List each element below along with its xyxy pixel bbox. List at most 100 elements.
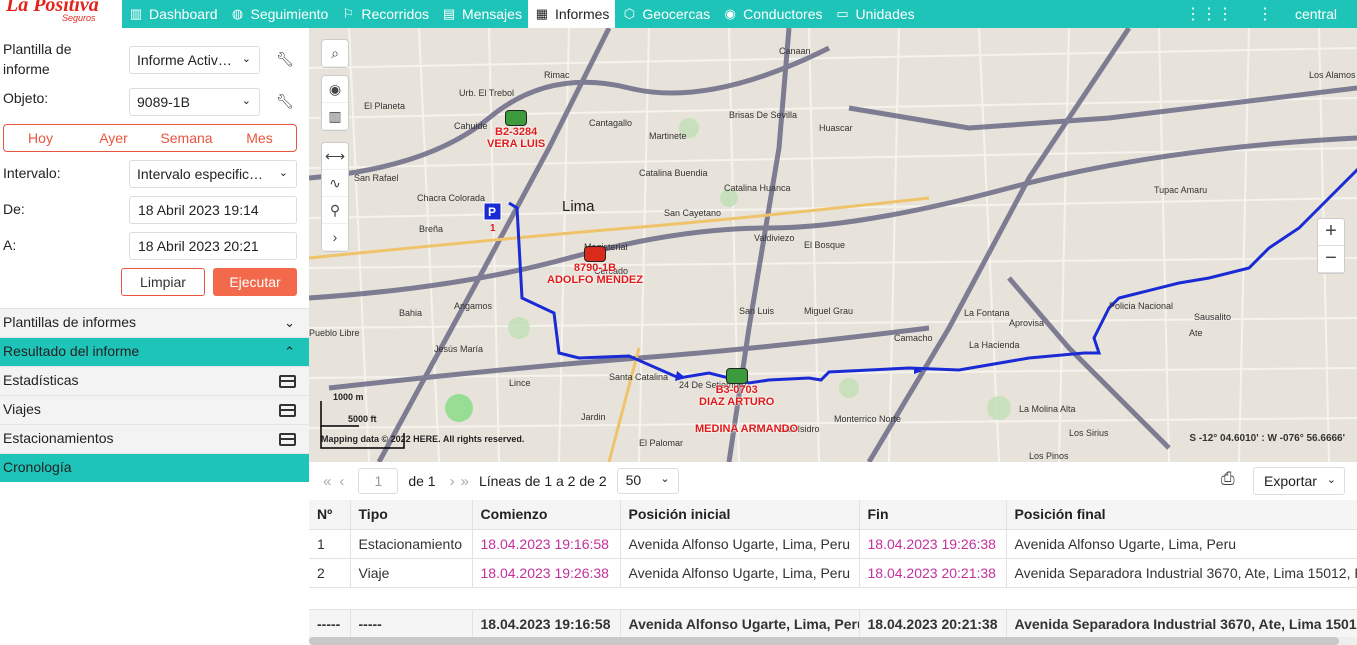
day-option-hoy[interactable]: Hoy xyxy=(4,130,77,146)
template-value: Informe Activ… xyxy=(137,52,232,68)
last-page-icon[interactable]: » xyxy=(461,473,469,490)
vehicle-marker[interactable]: B3-0703 DIAZ ARTURO xyxy=(699,368,774,408)
day-option-ayer[interactable]: Ayer xyxy=(77,130,150,146)
more-menu-icon[interactable]: ⋮ xyxy=(1257,4,1273,24)
result-item-2[interactable]: Estacionamientos xyxy=(0,424,309,453)
table-cell: 1 xyxy=(309,529,351,559)
export-select[interactable]: Exportar ⌄ xyxy=(1253,467,1345,495)
vehicle-driver: VERA LUIS xyxy=(487,138,546,150)
chevron-up-icon: ⌃ xyxy=(284,344,295,359)
object-select[interactable]: 9089-1B ⌄ xyxy=(129,88,260,116)
table-view-icon[interactable] xyxy=(279,404,296,417)
interval-label: Intervalo: xyxy=(3,165,61,181)
zoom-out-button[interactable]: − xyxy=(1318,246,1344,273)
column-header[interactable]: Nº xyxy=(309,500,351,530)
scrollbar-thumb[interactable] xyxy=(309,637,1339,645)
lines-info: Líneas de 1 a 2 de 2 xyxy=(478,473,607,489)
nav-item-recorridos[interactable]: ⚐ Recorridos xyxy=(334,0,435,28)
from-label: De: xyxy=(3,201,25,217)
result-item-1[interactable]: Viajes xyxy=(0,395,309,424)
run-button[interactable]: Ejecutar xyxy=(213,268,297,296)
template-select[interactable]: Informe Activ… ⌄ xyxy=(129,46,260,74)
map-layers-icon[interactable]: ▥ xyxy=(322,103,348,130)
summary-cell: 18.04.2023 19:16:58 xyxy=(472,609,621,639)
route-tool-icon[interactable]: ∿ xyxy=(322,170,348,197)
chronology-section-label: Cronología xyxy=(3,459,72,475)
svg-text:P: P xyxy=(488,205,496,219)
nav-item-geocercas[interactable]: ⬡ Geocercas xyxy=(615,0,716,28)
map-search-control[interactable]: ⌕ xyxy=(321,39,349,68)
search-icon[interactable]: ⌕ xyxy=(322,40,348,67)
to-date-input[interactable]: 18 Abril 2023 20:21 xyxy=(129,232,297,260)
nav-item-label: Informes xyxy=(554,6,610,22)
apps-grid-icon[interactable]: ⋮⋮⋮ xyxy=(1185,4,1233,24)
district-label: Pueblo Libre xyxy=(309,328,360,338)
nav-item-seguimiento[interactable]: ◍ Seguimiento xyxy=(224,0,335,28)
from-date-input[interactable]: 18 Abril 2023 19:14 xyxy=(129,196,297,224)
per-page-select[interactable]: 50 ⌄ xyxy=(616,468,679,494)
summary-cell: ----- xyxy=(350,609,473,639)
vehicle-marker[interactable]: MEDINA ARMANDO xyxy=(695,423,798,435)
column-header[interactable]: Comienzo xyxy=(472,500,621,530)
nav-item-informes[interactable]: ▦ Informes xyxy=(527,0,616,28)
page-input[interactable]: 1 xyxy=(358,468,399,494)
brand-logo[interactable]: La Positiva Seguros xyxy=(0,0,122,28)
result-section[interactable]: Resultado del informe ⌃ xyxy=(0,337,309,366)
chart-icon: ▥ xyxy=(129,6,143,21)
column-header[interactable]: Posición final xyxy=(1006,500,1357,530)
table-row[interactable]: 2 Viaje 18.04.2023 19:26:38 Avenida Alfonso… xyxy=(309,558,1357,588)
district-label: Canaan xyxy=(779,46,811,56)
district-label: Los Sirius xyxy=(1069,428,1109,438)
chevron-right-icon[interactable]: › xyxy=(322,224,348,251)
next-page-icon[interactable]: › xyxy=(450,473,455,490)
column-header[interactable]: Fin xyxy=(859,500,1007,530)
day-option-mes[interactable]: Mes xyxy=(223,130,296,146)
district-label: La Molina Alta xyxy=(1019,404,1076,414)
day-option-semana[interactable]: Semana xyxy=(150,130,223,146)
object-wrench-icon[interactable]: 🔧︎ xyxy=(276,93,294,110)
wrench-icon[interactable]: 🔧︎ xyxy=(276,51,294,68)
vehicle-marker[interactable]: B2-3284 VERA LUIS xyxy=(487,110,545,150)
object-label: Objeto: xyxy=(3,90,49,106)
nav-item-dashboard[interactable]: ▥ Dashboard xyxy=(122,0,224,28)
table-cell: Avenida Separadora Industrial 3670, Ate,… xyxy=(1006,558,1357,588)
map-view[interactable]: P 1 Canaan Rimac Cantagallo Brisas De Sevil… xyxy=(309,28,1357,462)
district-label: Cantagallo xyxy=(589,118,633,128)
district-label: Jardin xyxy=(581,412,606,422)
nav-item-unidades[interactable]: ▭ Unidades xyxy=(829,0,921,28)
day-range-selector: Hoy Ayer Semana Mes xyxy=(3,124,297,152)
ruler-icon[interactable]: ⟷ xyxy=(322,143,348,170)
vehicle-marker[interactable]: 8790-1B ADOLFO MENDEZ xyxy=(547,246,643,286)
templates-section[interactable]: Plantillas de informes ⌄ xyxy=(0,308,309,337)
nav-item-conductores[interactable]: ◉ Conductores xyxy=(716,0,828,28)
table-view-icon[interactable] xyxy=(279,375,296,388)
eye-icon[interactable]: ◉ xyxy=(322,76,348,103)
brand-sub: Seguros xyxy=(62,13,96,23)
vehicle-plate: B3-0703 xyxy=(715,384,758,396)
clear-button[interactable]: Limpiar xyxy=(121,268,205,296)
column-header[interactable]: Posición inicial xyxy=(620,500,860,530)
district-label: Camacho xyxy=(894,333,933,343)
nodes-icon[interactable]: ⚲ xyxy=(322,197,348,224)
zoom-in-button[interactable]: + xyxy=(1318,219,1344,246)
column-header[interactable]: Tipo xyxy=(350,500,473,530)
district-label: Miguel Grau xyxy=(804,306,854,316)
map-coordinates: S -12° 04.6010' : W -076° 56.6666' xyxy=(1189,433,1345,444)
user-area: ⋮⋮⋮ ⋮ central xyxy=(1185,0,1357,28)
nav-item-label: Conductores xyxy=(743,6,823,22)
user-name[interactable]: central xyxy=(1295,6,1337,22)
horizontal-scrollbar[interactable] xyxy=(309,637,1357,645)
chronology-section[interactable]: Cronología xyxy=(0,453,309,482)
chevron-down-icon: ⌄ xyxy=(660,473,670,485)
interval-select[interactable]: Intervalo especific… ⌄ xyxy=(129,160,297,188)
nav-item-mensajes[interactable]: ▤ Mensajes xyxy=(435,0,528,28)
svg-text:1: 1 xyxy=(490,223,496,234)
report-table-area: « ‹ 1 de 1 › » Líneas de 1 a 2 de 2 50 ⌄ … xyxy=(309,462,1357,645)
chevron-down-icon: ⌄ xyxy=(284,315,295,330)
first-page-icon[interactable]: « xyxy=(323,473,331,490)
table-view-icon[interactable] xyxy=(279,433,296,446)
print-icon[interactable]: ⎙ xyxy=(1221,469,1243,491)
table-row[interactable]: 1 Estacionamiento 18.04.2023 19:16:58 Aveni… xyxy=(309,529,1357,559)
result-item-0[interactable]: Estadísticas xyxy=(0,366,309,395)
prev-page-icon[interactable]: ‹ xyxy=(339,473,344,490)
